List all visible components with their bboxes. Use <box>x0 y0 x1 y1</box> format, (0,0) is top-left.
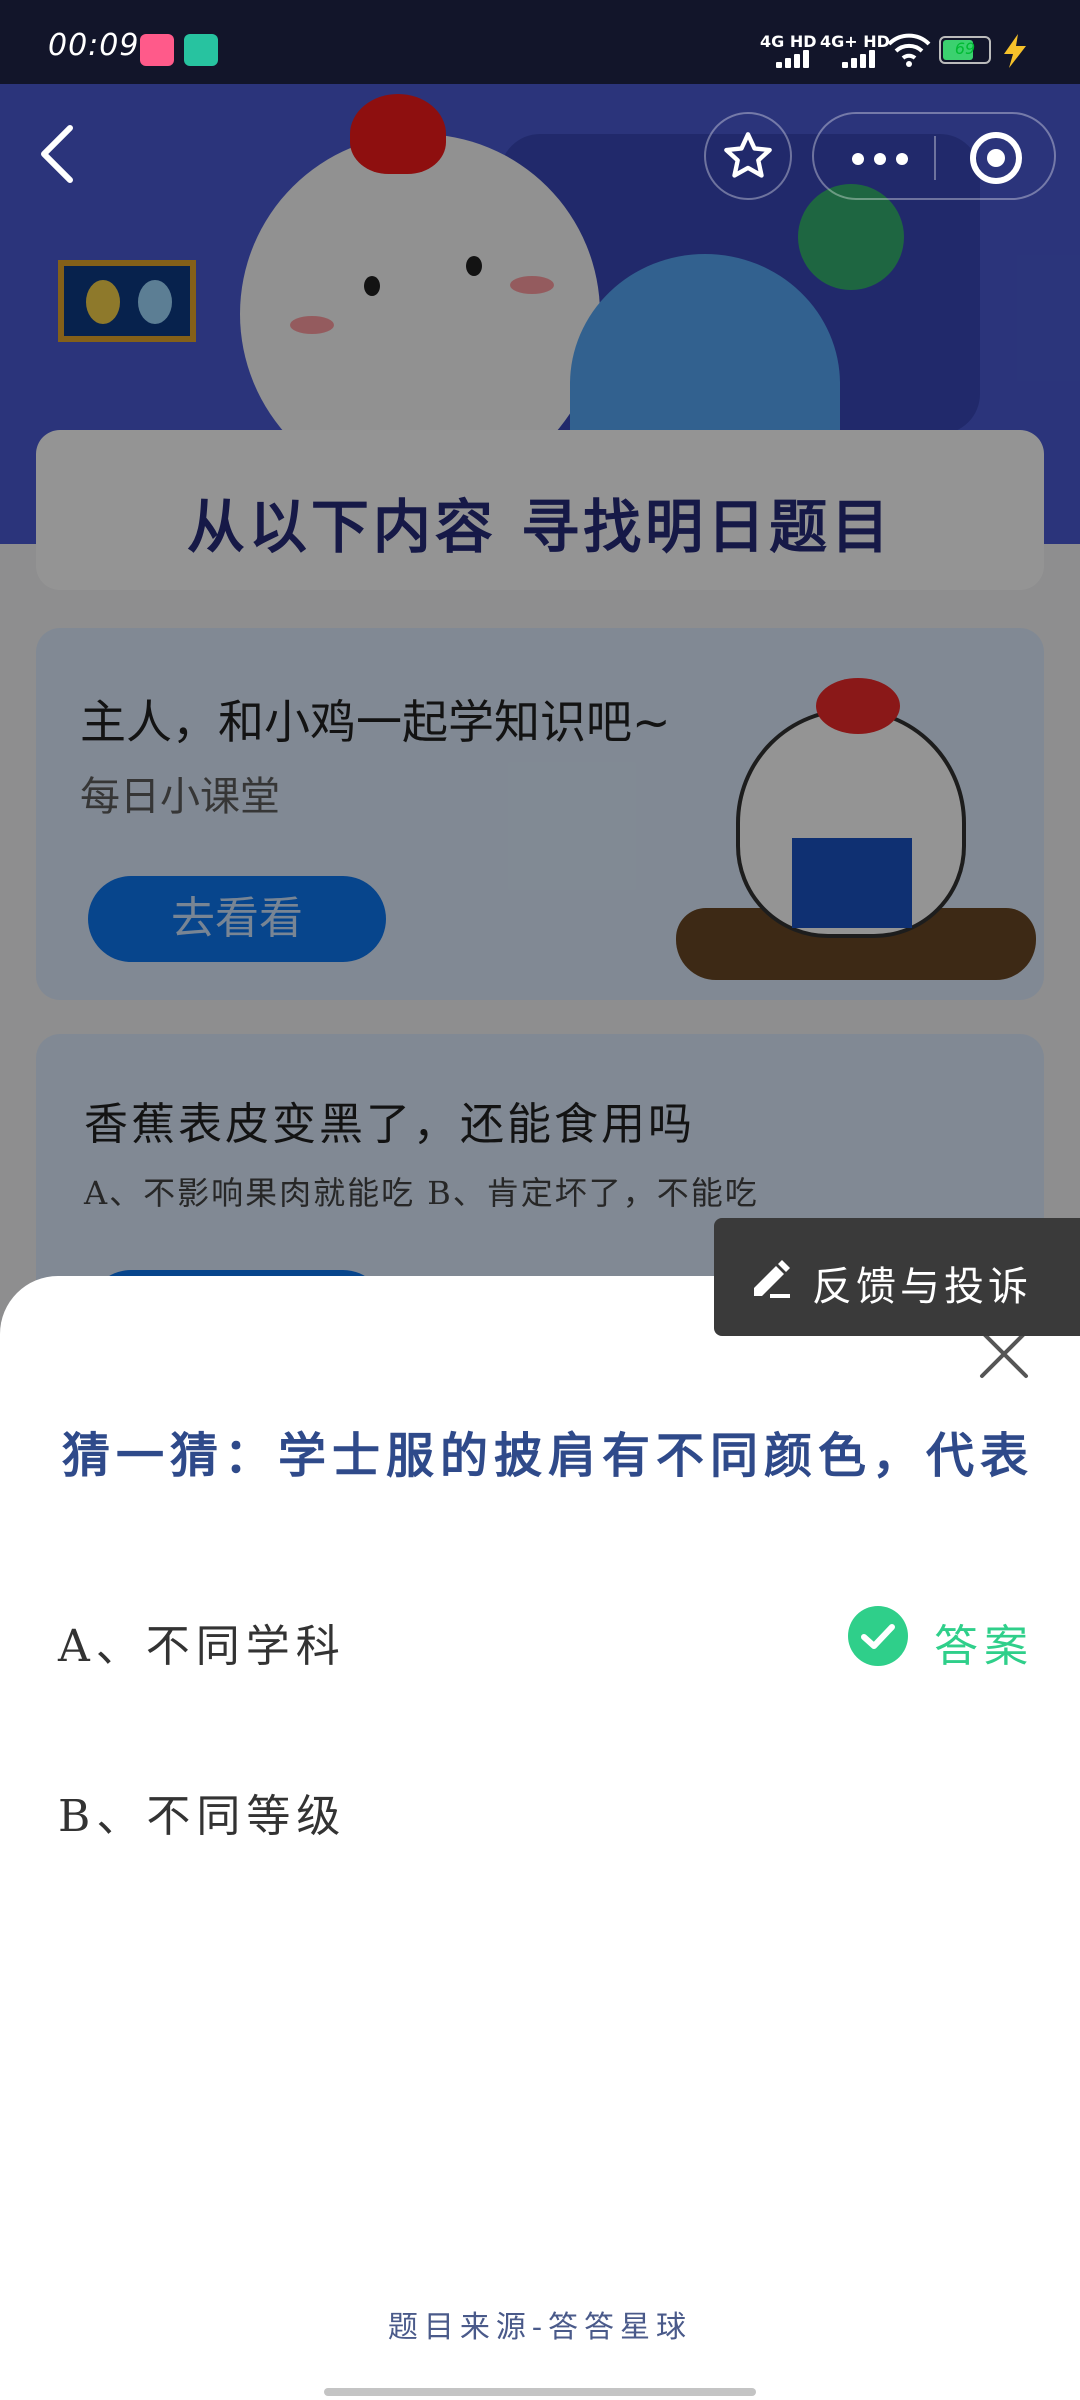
home-app-notification-icon <box>184 34 218 66</box>
option-a[interactable]: A、不同学科 答案 <box>0 1580 1080 1700</box>
answer-label: 答案 <box>934 1621 1034 1672</box>
option-b-label: B、不同等级 <box>58 1791 347 1842</box>
option-a-label: A、不同学科 <box>58 1621 346 1672</box>
network-label-2: 4G+ HD <box>820 32 890 51</box>
status-bar: 00:09 4G HD 4G+ HD 69 <box>0 0 1080 84</box>
battery-percent: 69 <box>954 39 976 58</box>
feedback-label: 反馈与投诉 <box>812 1264 1032 1310</box>
close-mini-program-icon[interactable] <box>970 132 1022 184</box>
question-source: 题目来源-答答星球 <box>387 2310 693 2345</box>
home-indicator[interactable] <box>324 2388 756 2396</box>
favorite-button[interactable] <box>704 112 792 200</box>
wifi-icon <box>887 33 931 67</box>
charging-bolt-icon <box>1004 34 1026 68</box>
answer-sheet: 猜一猜：学士服的披肩有不同颜色，代表 A、不同学科 答案 B、不同等级 题目来源… <box>0 1276 1080 2400</box>
pencil-icon <box>754 1260 790 1298</box>
status-time: 00:09 <box>48 28 140 63</box>
check-circle-icon <box>848 1606 908 1666</box>
network-label-1: 4G HD <box>760 32 817 51</box>
sheet-question: 猜一猜：学士服的披肩有不同颜色，代表 <box>62 1428 1035 1484</box>
back-arrow-icon[interactable] <box>34 122 82 186</box>
capsule-divider <box>934 136 936 180</box>
feedback-button[interactable]: 反馈与投诉 <box>714 1218 1080 1336</box>
app-notification-icon <box>140 34 174 66</box>
option-b[interactable]: B、不同等级 <box>0 1750 1080 1870</box>
more-dots-icon[interactable] <box>852 150 918 169</box>
star-icon <box>724 132 772 178</box>
battery-icon: 69 <box>939 36 991 64</box>
signal-bars-icon <box>776 50 810 68</box>
signal-bars-icon <box>842 50 876 68</box>
capsule-menu <box>812 112 1056 200</box>
